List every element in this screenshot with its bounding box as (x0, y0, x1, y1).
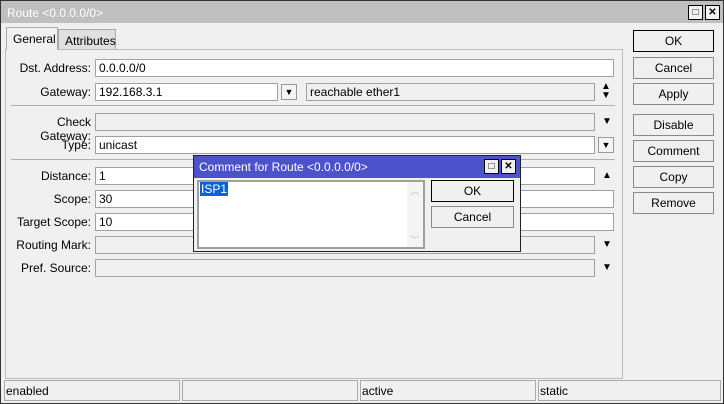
maximize-icon[interactable]: □ (484, 159, 499, 174)
gateway-status: reachable ether1 (306, 83, 595, 101)
target-scope-label: Target Scope: (16, 215, 91, 229)
tab-label: General (13, 32, 56, 46)
copy-button[interactable]: Copy (633, 166, 714, 188)
comment-button[interactable]: Comment (633, 140, 714, 162)
apply-button[interactable]: Apply (633, 83, 714, 105)
scope-label: Scope: (53, 192, 91, 206)
remove-button[interactable]: Remove (633, 192, 714, 214)
status-enabled: enabled (4, 380, 180, 401)
routing-mark-label: Routing Mark: (16, 238, 91, 252)
dialog-cancel-button[interactable]: Cancel (431, 206, 514, 228)
up-down-icon[interactable]: ▲ ▼ (601, 82, 611, 101)
pref-source-input[interactable] (95, 259, 595, 277)
routing-mark-dropdown-icon[interactable]: ▼ (602, 239, 612, 250)
type-input[interactable]: unicast (95, 136, 595, 154)
dst-address-input[interactable]: 0.0.0.0/0 (95, 59, 614, 77)
check-gateway-dropdown-icon[interactable]: ▼ (602, 116, 612, 127)
comment-textarea[interactable]: ISP1 ︿ ﹀ (197, 180, 425, 249)
maximize-icon[interactable]: □ (688, 5, 703, 20)
check-gateway-input[interactable] (95, 113, 595, 131)
divider (11, 105, 615, 106)
pref-source-label: Pref. Source: (20, 261, 91, 275)
title-bar[interactable]: Route <0.0.0.0/0> (1, 1, 723, 23)
gateway-label: Gateway: (40, 85, 91, 99)
gateway-dropdown-icon[interactable]: ▼ (281, 84, 297, 100)
comment-dialog: Comment for Route <0.0.0.0/0> □ ✕ ISP1 ︿… (193, 155, 521, 252)
dialog-title-bar[interactable]: Comment for Route <0.0.0.0/0> (194, 156, 520, 178)
status-static: static (538, 380, 721, 401)
disable-button[interactable]: Disable (633, 114, 714, 136)
tab-attributes[interactable]: Attributes (58, 29, 116, 51)
collapse-icon[interactable]: ▲ (602, 170, 612, 181)
type-label: Type: (61, 138, 91, 152)
dst-address-label: Dst. Address: (19, 61, 91, 75)
tab-general[interactable]: General (6, 27, 58, 50)
scroll-up-icon[interactable]: ︿ (407, 184, 423, 197)
ok-button[interactable]: OK (633, 30, 714, 52)
scrollbar[interactable]: ︿ ﹀ (407, 182, 423, 247)
window-title: Route <0.0.0.0/0> (7, 6, 104, 20)
status-empty (182, 380, 358, 401)
type-dropdown-icon[interactable]: ▼ (598, 137, 614, 153)
scroll-down-icon[interactable]: ﹀ (407, 233, 423, 246)
close-icon[interactable]: ✕ (705, 5, 720, 20)
comment-text: ISP1 (200, 182, 229, 196)
status-active: active (360, 380, 536, 401)
close-icon[interactable]: ✕ (501, 159, 516, 174)
dialog-title: Comment for Route <0.0.0.0/0> (199, 160, 368, 174)
pref-source-dropdown-icon[interactable]: ▼ (602, 262, 612, 273)
cancel-button[interactable]: Cancel (633, 57, 714, 79)
tab-label: Attributes (65, 34, 116, 48)
distance-label: Distance: (40, 169, 91, 183)
dialog-ok-button[interactable]: OK (431, 180, 514, 202)
gateway-input[interactable]: 192.168.3.1 (95, 83, 278, 101)
